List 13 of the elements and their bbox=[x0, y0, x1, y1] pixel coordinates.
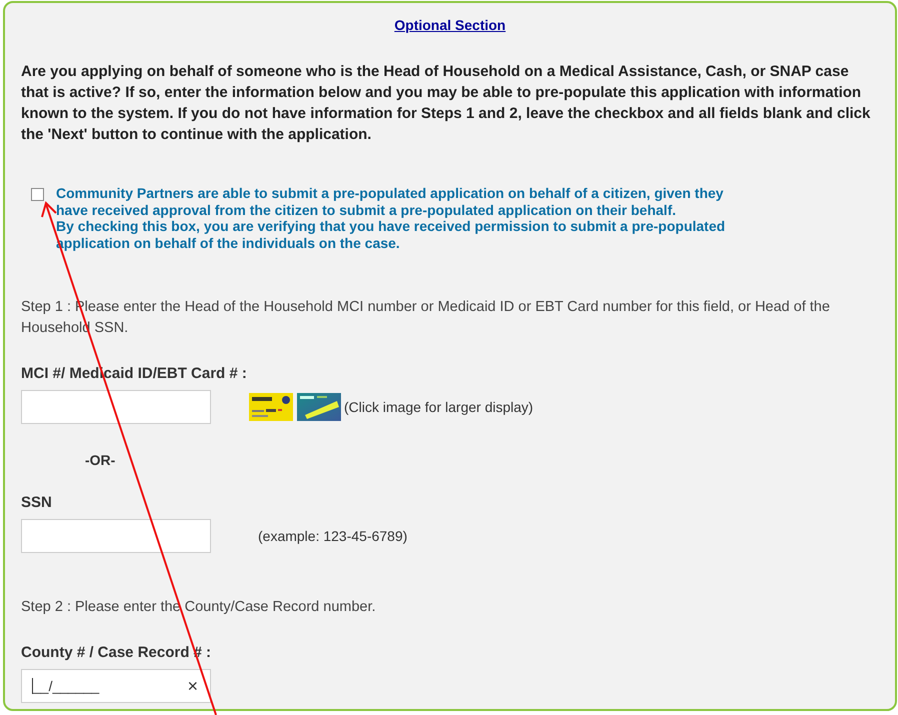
image-hint: (Click image for larger display) bbox=[344, 399, 534, 415]
section-title-link[interactable]: Optional Section bbox=[394, 17, 506, 33]
example-hint: (example: 123-45-6789) bbox=[258, 528, 408, 544]
consent-checkbox[interactable] bbox=[31, 188, 44, 201]
intro-paragraph: Are you applying on behalf of someone who is the Head of Household on a Medical Assistance, Cash, or SNAP case that is active? If so, enter the information below and you may be able to pre-populate this application with information known to the system. If you do not have information for Steps 1 and 2, leave the checkbox and all fields blank and click the 'Next' button to continue with the application. bbox=[21, 62, 872, 145]
input-field[interactable]: __/______ × bbox=[21, 669, 211, 703]
input-field[interactable] bbox=[21, 519, 211, 553]
field-label: SSN bbox=[21, 494, 53, 511]
step-instruction: Step 2 : Please enter the County/Case Record number. bbox=[21, 598, 377, 617]
or-separator: -OR- bbox=[85, 452, 116, 468]
field-value: __/______ bbox=[32, 678, 100, 694]
clear-button[interactable]: × bbox=[187, 676, 198, 696]
input-field[interactable] bbox=[21, 390, 211, 424]
